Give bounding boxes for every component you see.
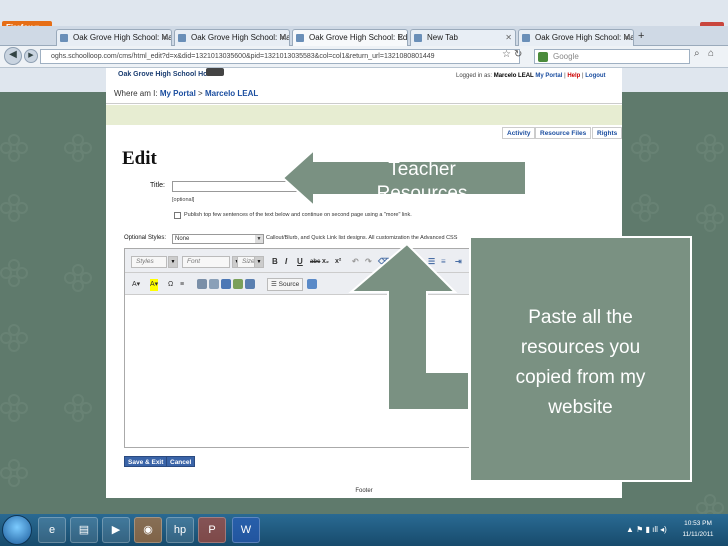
arrow-label: Teacher Resources	[376, 159, 468, 194]
firefox-icon[interactable]: ◉	[134, 517, 162, 543]
start-button[interactable]	[2, 515, 32, 545]
system-tray[interactable]: ▲ ⚑ ▮ ıll ◂)	[626, 525, 667, 534]
ie-icon[interactable]: e	[38, 517, 66, 543]
word-icon[interactable]: W	[232, 517, 260, 543]
folder-icon[interactable]: ▤	[70, 517, 98, 543]
powerpoint-icon[interactable]: P	[198, 517, 226, 543]
instruction-box: Paste all the resources you copied from …	[469, 236, 692, 482]
up-arrow-shape	[348, 242, 470, 411]
hp-icon[interactable]: hp	[166, 517, 194, 543]
system-clock[interactable]: 10:53 PM 11/11/2011	[676, 518, 720, 540]
media-player-icon[interactable]: ▶	[102, 517, 130, 543]
